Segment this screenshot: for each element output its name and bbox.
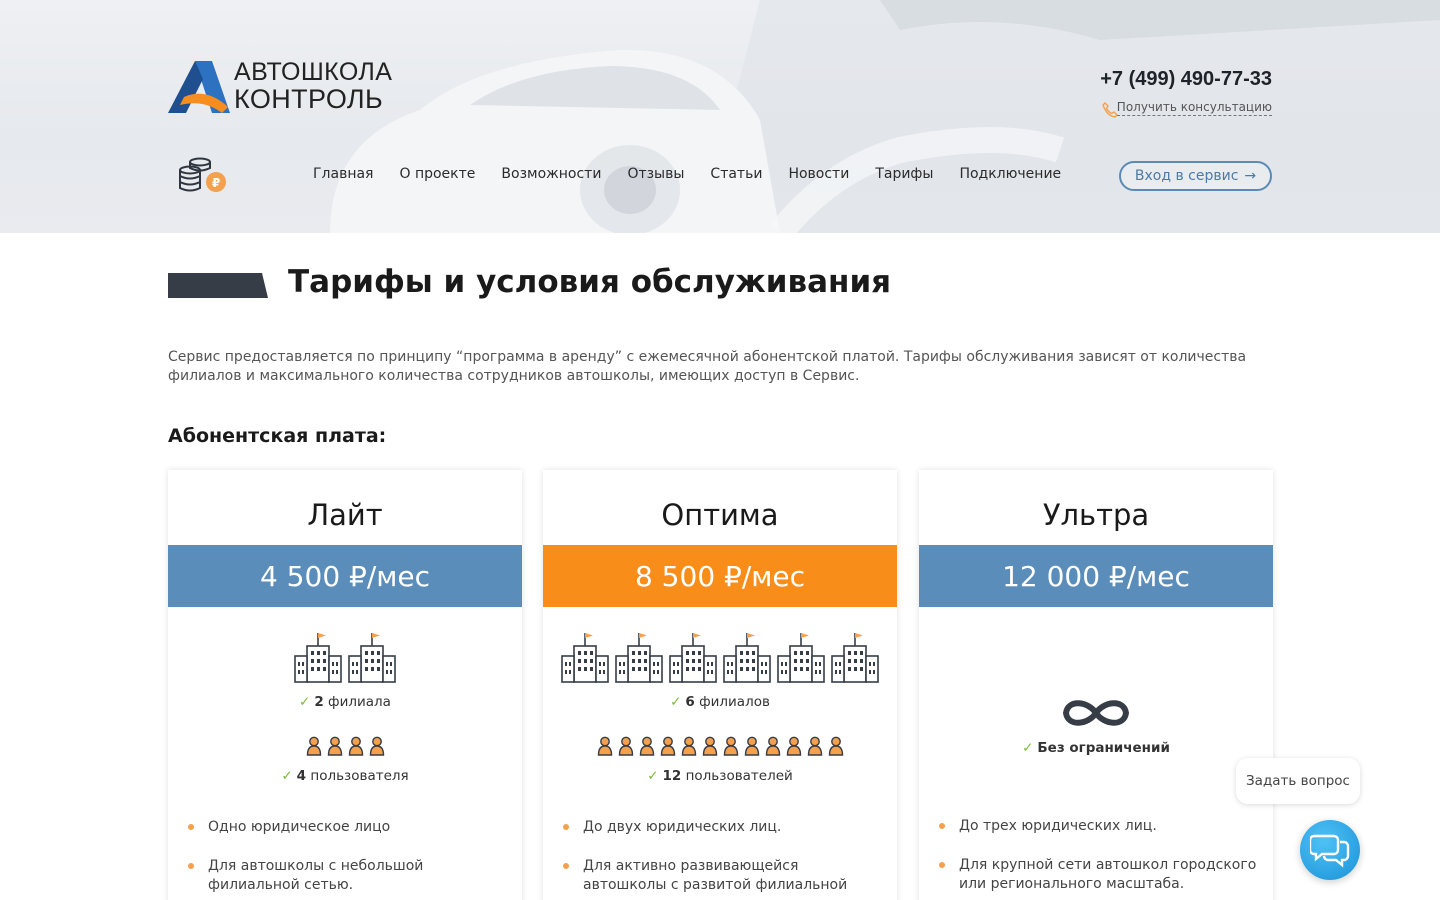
branches-icons: [543, 632, 897, 684]
bullet-item: Для активно развивающейся автошколы с ра…: [563, 857, 883, 900]
nav-news[interactable]: Новости: [788, 166, 849, 182]
bullet-item: Для крупной сети автошкол городского или…: [939, 856, 1259, 894]
coins-icon[interactable]: ₽: [178, 156, 230, 196]
user-icon: [306, 736, 321, 756]
chat-bubbles-icon: [1310, 834, 1350, 868]
svg-text:₽: ₽: [212, 176, 220, 190]
plan-name: Ультра: [1042, 498, 1150, 532]
title-decor-bar: [168, 273, 268, 298]
chat-prompt-text: Задать вопрос: [1246, 773, 1350, 789]
branches-count: 6: [685, 694, 695, 710]
plan-bullets: До трех юридических лиц. Для крупной сет…: [939, 817, 1259, 900]
logo[interactable]: АВТОШКОЛА КОНТРОЛЬ: [168, 58, 398, 116]
arrow-right-icon: →: [1244, 168, 1257, 184]
site-header: АВТОШКОЛА КОНТРОЛЬ +7 (499) 490-77-33 По…: [0, 0, 1440, 233]
logo-mark-icon: [168, 61, 230, 113]
user-icon: [348, 736, 363, 756]
infinity-icon-row: [919, 695, 1273, 731]
branches-label: филиалов: [699, 694, 770, 710]
page-title: Тарифы и условия обслуживания: [288, 264, 892, 300]
users-icons: [543, 736, 897, 756]
main-nav: Главная О проекте Возможности Отзывы Ста…: [313, 166, 1087, 182]
user-icon: [744, 736, 759, 756]
intro-text: Сервис предоставляется по принципу “прог…: [168, 349, 1247, 384]
user-icon: [702, 736, 717, 756]
user-icon: [327, 736, 342, 756]
user-icon: [618, 736, 633, 756]
plan-price: 8 500 ₽/мес: [543, 545, 897, 607]
unlimited-label: Без ограничений: [1037, 740, 1170, 756]
chat-open-button[interactable]: [1300, 820, 1360, 880]
consultation-link[interactable]: Получить консультацию: [1116, 100, 1272, 116]
check-icon: ✓: [670, 694, 682, 710]
bullet-item: До трех юридических лиц.: [939, 817, 1259, 836]
user-icon: [369, 736, 384, 756]
users-count: 12: [662, 768, 682, 784]
users-label: пользователя: [310, 768, 409, 784]
user-icon: [597, 736, 612, 756]
user-icon: [828, 736, 843, 756]
check-icon: ✓: [299, 694, 311, 710]
login-button-label: Вход в сервис: [1134, 168, 1239, 184]
branches-count: 2: [314, 694, 324, 710]
user-icon: [660, 736, 675, 756]
building-icon: [831, 632, 879, 683]
building-icon: [777, 632, 825, 683]
plan-price: 4 500 ₽/мес: [168, 545, 522, 607]
logo-line2: КОНТРОЛЬ: [234, 84, 384, 114]
plan-card-ultra: Ультра 12 000 ₽/мес ✓ Без ограничений До …: [919, 470, 1273, 900]
users-feature: ✓ 4 пользователя: [168, 768, 522, 784]
users-label: пользователей: [685, 768, 793, 784]
plan-bullets: Одно юридическое лицо Для автошколы с не…: [188, 818, 508, 900]
building-icon: [615, 632, 663, 683]
logo-line1: АВТОШКОЛА: [234, 58, 393, 86]
branches-feature: ✓ 6 филиалов: [543, 694, 897, 710]
user-icon: [639, 736, 654, 756]
user-icon: [723, 736, 738, 756]
plan-name: Лайт: [307, 498, 383, 532]
user-icon: [681, 736, 696, 756]
nav-connect[interactable]: Подключение: [959, 166, 1061, 182]
header-background-car-image: [330, 0, 1440, 233]
bullet-item: Одно юридическое лицо: [188, 818, 508, 837]
user-icon: [807, 736, 822, 756]
user-icon: [765, 736, 780, 756]
users-icons: [168, 736, 522, 756]
user-icon: [786, 736, 801, 756]
users-feature: ✓ 12 пользователей: [543, 768, 897, 784]
chat-prompt-bubble[interactable]: Задать вопрос: [1236, 758, 1360, 804]
nav-about[interactable]: О проекте: [399, 166, 475, 182]
nav-reviews[interactable]: Отзывы: [627, 166, 684, 182]
plan-bullets: До двух юридических лиц. Для активно раз…: [563, 818, 883, 900]
building-icon: [723, 632, 771, 683]
check-icon: ✓: [281, 768, 293, 784]
nav-home[interactable]: Главная: [313, 166, 373, 182]
plan-card-lite: Лайт 4 500 ₽/мес ✓ 2 филиала ✓ 4 пользоват…: [168, 470, 522, 900]
building-icon: [348, 632, 396, 683]
subscription-subtitle: Абонентская плата:: [168, 425, 387, 447]
infinity-icon: [1063, 700, 1129, 726]
plan-price: 12 000 ₽/мес: [919, 545, 1273, 607]
phone-number[interactable]: +7 (499) 490-77-33: [1100, 68, 1272, 91]
users-count: 4: [296, 768, 307, 784]
building-icon: [294, 632, 342, 683]
nav-articles[interactable]: Статьи: [710, 166, 762, 182]
plan-card-optima: Оптима 8 500 ₽/мес ✓ 6 филиалов ✓ 12 польз…: [543, 470, 897, 900]
nav-pricing[interactable]: Тарифы: [875, 166, 933, 182]
bullet-item: Для автошколы с небольшой филиальной сет…: [188, 857, 508, 895]
branches-label: филиала: [328, 694, 391, 710]
login-button[interactable]: Вход в сервис →: [1119, 161, 1272, 191]
branches-feature: ✓ 2 филиала: [168, 694, 522, 710]
check-icon: ✓: [1022, 740, 1034, 756]
building-icon: [669, 632, 717, 683]
bullet-item: До двух юридических лиц.: [563, 818, 883, 837]
unlimited-feature: ✓ Без ограничений: [919, 740, 1273, 756]
building-icon: [561, 632, 609, 683]
nav-features[interactable]: Возможности: [501, 166, 601, 182]
branches-icons: [168, 632, 522, 684]
plan-name: Оптима: [661, 498, 779, 532]
logo-text: АВТОШКОЛА КОНТРОЛЬ: [234, 59, 392, 113]
check-icon: ✓: [647, 768, 659, 784]
